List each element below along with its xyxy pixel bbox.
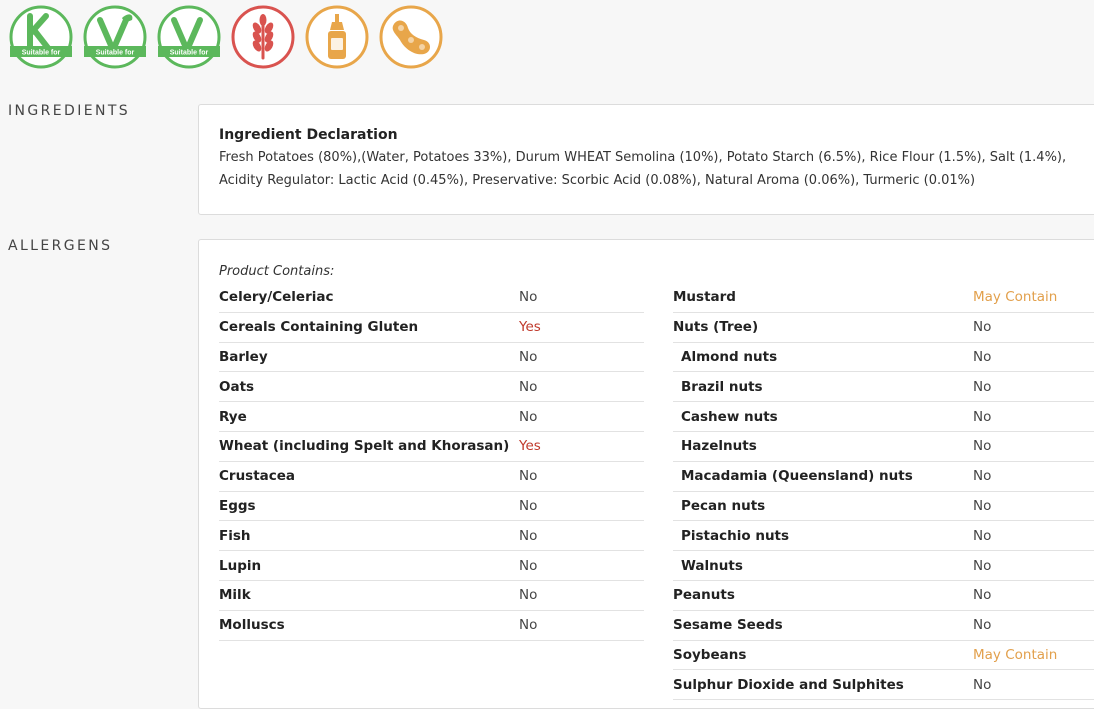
- allergen-name: Peanuts: [673, 587, 735, 604]
- allergen-list-left: Celery/Celeriac No Cereals Containing Glu…: [219, 283, 644, 641]
- ingredient-declaration-text: Fresh Potatoes (80%),(Water, Potatoes 33…: [219, 150, 1067, 188]
- badge-caption: Suitable for: [22, 50, 61, 57]
- allergen-value: No: [519, 289, 538, 306]
- ingredients-card: Ingredient Declaration Fresh Potatoes (8…: [198, 104, 1094, 215]
- product-contains-label: Product Contains:: [219, 264, 335, 279]
- mustard-icon: [305, 5, 369, 69]
- allergen-name: Walnuts: [681, 557, 743, 574]
- allergen-row: Rye No: [219, 402, 644, 432]
- gluten-wheat-icon: [231, 5, 295, 69]
- allergen-name: Almond nuts: [681, 348, 778, 365]
- allergen-name: Brazil nuts: [681, 378, 763, 395]
- allergen-value: No: [519, 408, 538, 425]
- allergen-name: Celery/Celeriac: [219, 289, 334, 306]
- allergen-value: No: [519, 587, 538, 604]
- allergen-name: Oats: [219, 378, 255, 395]
- allergen-value: No: [973, 676, 992, 693]
- allergen-name: Rye: [219, 408, 247, 425]
- allergen-row: Pecan nuts No: [673, 492, 1094, 522]
- allergen-value: No: [973, 348, 992, 365]
- allergen-row: Barley No: [219, 343, 644, 373]
- allergen-name: Nuts (Tree): [673, 319, 759, 336]
- allergen-name: Lupin: [219, 557, 262, 574]
- allergen-row: Cereals Containing Gluten Yes: [219, 313, 644, 343]
- allergen-list-right: Mustard May Contain Nuts (Tree) No Almond …: [673, 283, 1094, 701]
- kosher-icon: Suitable for: [9, 5, 73, 69]
- soybean-icon: [379, 5, 443, 69]
- allergen-row: Macadamia (Queensland) nuts No: [673, 462, 1094, 492]
- allergen-name: Fish: [219, 527, 251, 544]
- allergen-value: Yes: [519, 438, 541, 455]
- allergen-name: Eggs: [219, 497, 256, 514]
- allergen-value: No: [973, 527, 992, 544]
- allergen-value: No: [519, 617, 538, 634]
- allergen-row: Soybeans May Contain: [673, 641, 1094, 671]
- allergen-row: Oats No: [219, 372, 644, 403]
- allergen-value: No: [973, 319, 992, 336]
- allergen-row: Celery/Celeriac No: [219, 283, 644, 313]
- allergen-name: Sesame Seeds: [673, 617, 783, 634]
- allergen-row: Cashew nuts No: [673, 402, 1094, 432]
- allergen-row: Wheat (including Spelt and Khorasan) Yes: [219, 432, 644, 462]
- allergen-name: Barley: [219, 348, 268, 365]
- allergen-value: No: [519, 378, 538, 395]
- allergen-value: No: [519, 348, 538, 365]
- allergen-value: May Contain: [973, 646, 1058, 663]
- allergen-name: Hazelnuts: [681, 438, 757, 455]
- allergen-row: Eggs No: [219, 492, 644, 522]
- allergen-name: Crustacea: [219, 468, 296, 485]
- allergen-value: No: [973, 408, 992, 425]
- allergen-name: Sulphur Dioxide and Sulphites: [673, 676, 904, 693]
- allergen-row: Fish No: [219, 521, 644, 552]
- allergen-value: No: [973, 378, 992, 395]
- allergen-row: Crustacea No: [219, 462, 644, 492]
- allergen-name: Wheat (including Spelt and Khorasan): [219, 438, 510, 455]
- allergen-row: Molluscs No: [219, 611, 644, 641]
- allergen-value: No: [973, 438, 992, 455]
- allergens-card: Product Contains: Celery/Celeriac No Cere…: [198, 239, 1094, 709]
- allergen-name: Pistachio nuts: [681, 527, 790, 544]
- section-label-allergens: ALLERGENS: [8, 238, 113, 254]
- allergen-name: Macadamia (Queensland) nuts: [681, 468, 913, 485]
- allergen-value: No: [973, 497, 992, 514]
- allergen-name: Milk: [219, 587, 251, 604]
- allergen-row: Nuts (Tree) No: [673, 313, 1094, 343]
- vegetarian-icon: Suitable for: [83, 5, 147, 69]
- allergen-value: No: [519, 527, 538, 544]
- allergen-name: Soybeans: [673, 646, 747, 663]
- allergen-name: Mustard: [673, 289, 736, 306]
- allergen-row: Almond nuts No: [673, 343, 1094, 373]
- allergen-value: Yes: [519, 319, 541, 336]
- allergen-row: Mustard May Contain: [673, 283, 1094, 313]
- allergen-value: No: [973, 557, 992, 574]
- allergen-row: Pistachio nuts No: [673, 521, 1094, 552]
- badge-caption: Suitable for: [170, 50, 209, 57]
- badge-caption: Suitable for: [96, 50, 135, 57]
- allergen-name: Cashew nuts: [681, 408, 778, 425]
- allergen-value: No: [519, 497, 538, 514]
- allergen-value: No: [973, 617, 992, 634]
- allergen-row: Hazelnuts No: [673, 432, 1094, 462]
- allergen-value: No: [973, 468, 992, 485]
- allergen-value: No: [973, 587, 992, 604]
- ingredient-declaration-heading: Ingredient Declaration: [219, 127, 398, 143]
- allergen-row: Lupin No: [219, 551, 644, 581]
- dietary-badges: Suitable for Suitable for Suitable for: [8, 4, 444, 70]
- allergen-row: Brazil nuts No: [673, 372, 1094, 403]
- allergen-name: Pecan nuts: [681, 497, 766, 514]
- vegan-icon: Suitable for: [157, 5, 221, 69]
- allergen-value: No: [519, 557, 538, 574]
- allergen-row: Walnuts No: [673, 551, 1094, 581]
- allergen-name: Molluscs: [219, 617, 285, 634]
- section-label-ingredients: INGREDIENTS: [8, 103, 131, 119]
- allergen-row: Sesame Seeds No: [673, 611, 1094, 641]
- allergen-value: May Contain: [973, 289, 1058, 306]
- allergen-value: No: [519, 468, 538, 485]
- allergen-row: Sulphur Dioxide and Sulphites No: [673, 670, 1094, 701]
- allergen-row: Peanuts No: [673, 581, 1094, 611]
- allergen-name: Cereals Containing Gluten: [219, 319, 419, 336]
- allergen-row: Milk No: [219, 581, 644, 611]
